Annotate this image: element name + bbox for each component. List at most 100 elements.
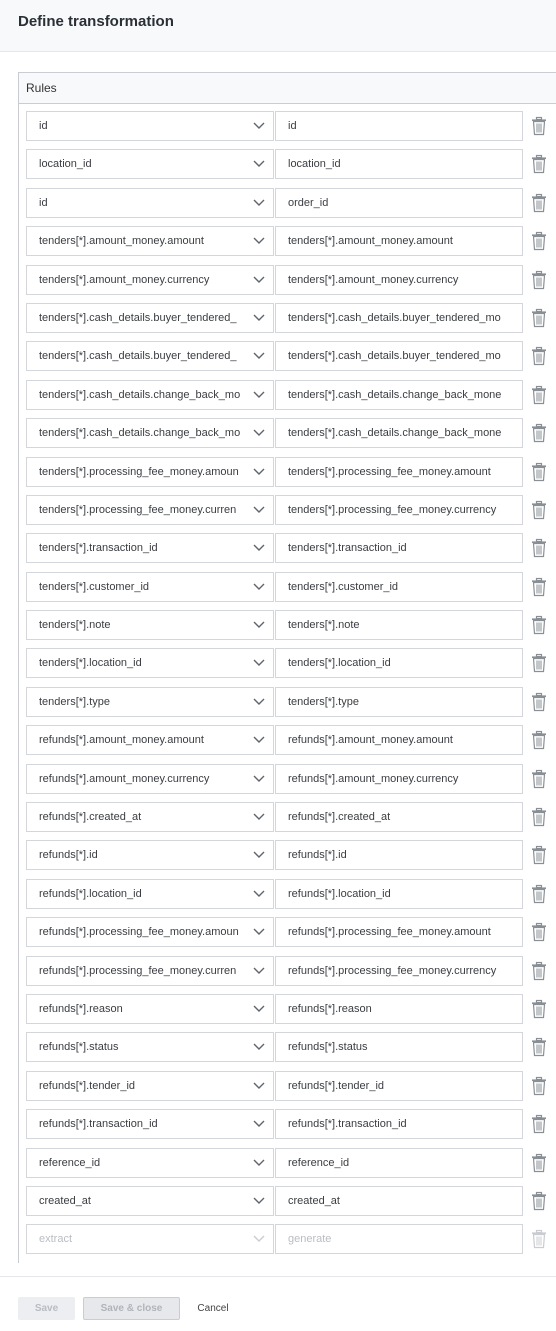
trash-icon[interactable] [529,385,549,405]
target-field-input[interactable]: refunds[*].location_id [275,878,523,909]
target-field-input[interactable]: tenders[*].type [275,686,523,717]
source-field-select[interactable]: tenders[*].processing_fee_money.curren [26,494,274,525]
chevron-down-icon[interactable] [251,534,267,562]
target-field-input[interactable]: tenders[*].transaction_id [275,533,523,564]
source-field-select[interactable]: tenders[*].transaction_id [26,533,274,564]
trash-icon[interactable] [529,308,549,328]
target-field-input[interactable]: refunds[*].id [275,840,523,871]
chevron-down-icon[interactable] [251,112,267,140]
target-field-input[interactable]: refunds[*].processing_fee_money.amount [275,917,523,948]
source-field-select[interactable]: created_at [26,1185,274,1216]
target-field-input[interactable]: refunds[*].reason [275,993,523,1024]
trash-icon[interactable] [529,577,549,597]
source-field-select[interactable]: tenders[*].customer_id [26,571,274,602]
save-button[interactable]: Save [18,1297,75,1320]
trash-icon[interactable] [529,154,549,174]
trash-icon[interactable] [529,807,549,827]
source-field-select[interactable]: tenders[*].cash_details.change_back_mo [26,379,274,410]
trash-icon[interactable] [529,999,549,1019]
trash-icon[interactable] [529,538,549,558]
target-field-input[interactable]: tenders[*].cash_details.change_back_mone [275,418,523,449]
target-field-input[interactable]: reference_id [275,1147,523,1178]
chevron-down-icon[interactable] [251,957,267,985]
source-field-select[interactable]: refunds[*].processing_fee_money.curren [26,955,274,986]
trash-icon[interactable] [529,423,549,443]
source-field-select[interactable]: refunds[*].id [26,840,274,871]
trash-icon[interactable] [529,692,549,712]
chevron-down-icon[interactable] [251,419,267,447]
target-field-input[interactable]: refunds[*].amount_money.currency [275,763,523,794]
chevron-down-icon[interactable] [251,765,267,793]
trash-icon[interactable] [529,845,549,865]
source-field-select[interactable]: tenders[*].note [26,610,274,641]
target-field-input[interactable]: refunds[*].status [275,1032,523,1063]
chevron-down-icon[interactable] [251,649,267,677]
source-field-select[interactable]: tenders[*].processing_fee_money.amoun [26,456,274,487]
source-field-select[interactable]: tenders[*].cash_details.change_back_mo [26,418,274,449]
chevron-down-icon[interactable] [251,1225,267,1253]
source-field-select[interactable]: tenders[*].type [26,686,274,717]
chevron-down-icon[interactable] [251,496,267,524]
chevron-down-icon[interactable] [251,189,267,217]
source-field-select[interactable]: tenders[*].amount_money.currency [26,264,274,295]
target-field-input[interactable]: tenders[*].cash_details.change_back_mone [275,379,523,410]
chevron-down-icon[interactable] [251,1072,267,1100]
chevron-down-icon[interactable] [251,342,267,370]
trash-icon[interactable] [529,1076,549,1096]
extract-select[interactable]: extract [26,1224,274,1255]
chevron-down-icon[interactable] [251,1033,267,1061]
target-field-input[interactable]: tenders[*].processing_fee_money.currency [275,494,523,525]
target-field-input[interactable]: order_id [275,187,523,218]
target-field-input[interactable]: tenders[*].cash_details.buyer_tendered_m… [275,302,523,333]
trash-icon[interactable] [529,615,549,635]
source-field-select[interactable]: refunds[*].amount_money.currency [26,763,274,794]
chevron-down-icon[interactable] [251,573,267,601]
chevron-down-icon[interactable] [251,381,267,409]
chevron-down-icon[interactable] [251,841,267,869]
target-field-input[interactable]: refunds[*].created_at [275,802,523,833]
trash-icon[interactable] [529,1191,549,1211]
chevron-down-icon[interactable] [251,918,267,946]
trash-icon[interactable] [529,462,549,482]
chevron-down-icon[interactable] [251,1110,267,1138]
trash-icon[interactable] [529,1037,549,1057]
source-field-select[interactable]: refunds[*].status [26,1032,274,1063]
generate-input[interactable]: generate [275,1224,523,1255]
chevron-down-icon[interactable] [251,688,267,716]
target-field-input[interactable]: refunds[*].amount_money.amount [275,725,523,756]
chevron-down-icon[interactable] [251,611,267,639]
chevron-down-icon[interactable] [251,1187,267,1215]
trash-icon[interactable] [529,1229,549,1249]
chevron-down-icon[interactable] [251,726,267,754]
cancel-button[interactable]: Cancel [188,1297,238,1320]
trash-icon[interactable] [529,922,549,942]
chevron-down-icon[interactable] [251,266,267,294]
target-field-input[interactable]: refunds[*].processing_fee_money.currency [275,955,523,986]
chevron-down-icon[interactable] [251,227,267,255]
target-field-input[interactable]: tenders[*].amount_money.amount [275,226,523,257]
trash-icon[interactable] [529,116,549,136]
target-field-input[interactable]: tenders[*].cash_details.buyer_tendered_m… [275,341,523,372]
trash-icon[interactable] [529,346,549,366]
source-field-select[interactable]: refunds[*].tender_id [26,1070,274,1101]
source-field-select[interactable]: id [26,111,274,141]
chevron-down-icon[interactable] [251,304,267,332]
source-field-select[interactable]: id [26,187,274,218]
target-field-input[interactable]: created_at [275,1185,523,1216]
chevron-down-icon[interactable] [251,803,267,831]
target-field-input[interactable]: refunds[*].transaction_id [275,1109,523,1140]
trash-icon[interactable] [529,193,549,213]
target-field-input[interactable]: tenders[*].amount_money.currency [275,264,523,295]
trash-icon[interactable] [529,961,549,981]
target-field-input[interactable]: location_id [275,149,523,180]
target-field-input[interactable]: tenders[*].note [275,610,523,641]
trash-icon[interactable] [529,730,549,750]
target-field-input[interactable]: tenders[*].customer_id [275,571,523,602]
target-field-input[interactable]: tenders[*].processing_fee_money.amount [275,456,523,487]
source-field-select[interactable]: refunds[*].location_id [26,878,274,909]
trash-icon[interactable] [529,500,549,520]
source-field-select[interactable]: refunds[*].reason [26,993,274,1024]
source-field-select[interactable]: reference_id [26,1147,274,1178]
chevron-down-icon[interactable] [251,150,267,178]
source-field-select[interactable]: refunds[*].processing_fee_money.amoun [26,917,274,948]
